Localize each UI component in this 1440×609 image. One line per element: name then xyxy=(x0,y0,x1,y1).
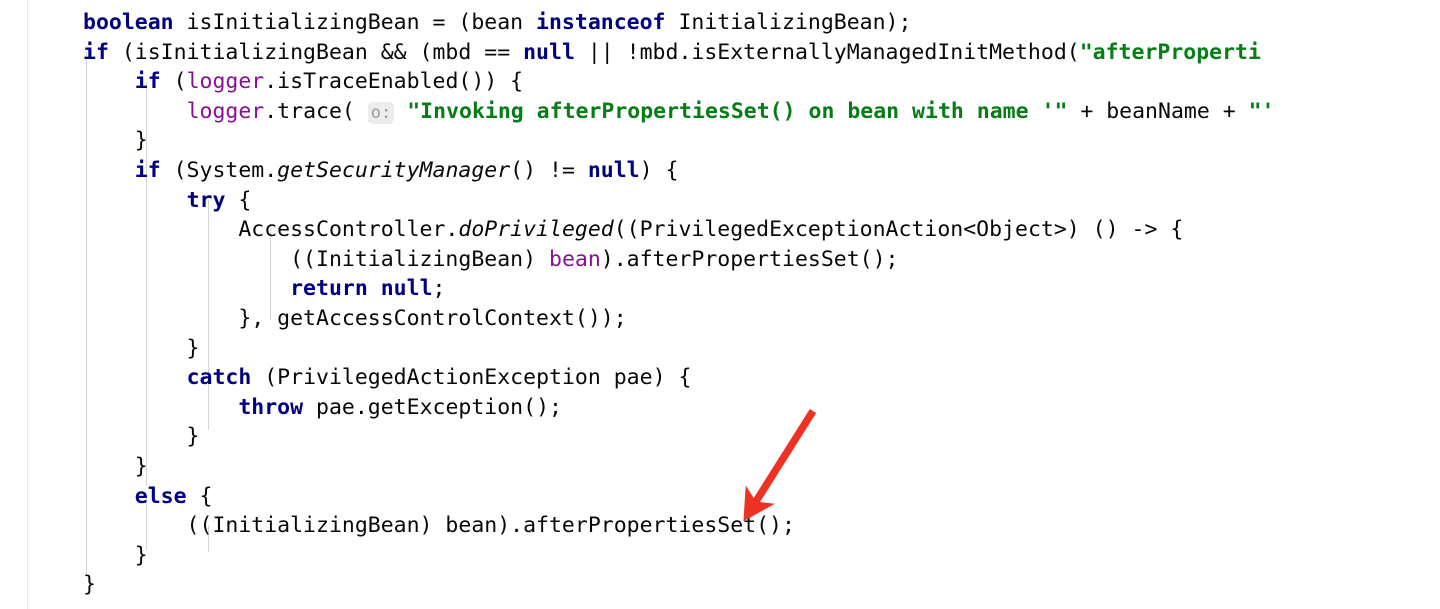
code-token: logger xyxy=(186,98,265,124)
code-line[interactable]: catch (PrivilegedActionException pae) { xyxy=(83,363,692,393)
code-token: + beanName + xyxy=(1067,98,1249,124)
code-line[interactable]: } xyxy=(83,334,200,364)
code-line[interactable]: else { xyxy=(83,482,213,512)
code-token: InitializingBean); xyxy=(665,10,912,35)
code-token: } xyxy=(83,424,200,450)
code-line[interactable]: if (System.getSecurityManager() != null)… xyxy=(83,156,679,186)
code-token: null xyxy=(523,39,575,65)
code-token: { xyxy=(186,483,213,509)
code-token: getSecurityManager xyxy=(277,158,511,183)
code-token: } xyxy=(83,335,200,361)
code-token: doPrivileged xyxy=(458,217,614,243)
code-token: catch xyxy=(186,365,252,391)
code-token: instanceof xyxy=(536,10,666,35)
code-token: logger xyxy=(186,69,265,95)
code-line[interactable]: } xyxy=(83,422,200,452)
code-line[interactable]: }, getAccessControlContext()); xyxy=(83,304,627,334)
code-token: { xyxy=(225,187,252,213)
code-line[interactable]: ((InitializingBean) bean).afterPropertie… xyxy=(83,511,795,541)
code-token: null xyxy=(587,158,640,183)
code-token: ((InitializingBean) xyxy=(83,246,549,272)
code-token: ).afterPropertiesSet(); xyxy=(600,246,899,272)
code-line[interactable]: boolean isInitializingBean = (bean insta… xyxy=(83,8,911,38)
code-token: (System. xyxy=(160,158,278,183)
code-token: } xyxy=(83,128,148,154)
code-token: null xyxy=(380,276,433,302)
code-line[interactable]: if (isInitializingBean && (mbd == null |… xyxy=(83,38,1261,68)
code-token: return xyxy=(290,276,368,302)
code-token: (isInitializingBean && (mbd == xyxy=(108,39,524,65)
code-line[interactable]: } xyxy=(83,452,148,482)
code-token: ((InitializingBean) bean).afterPropertie… xyxy=(83,513,795,539)
code-token: "afterProperti xyxy=(1079,39,1261,65)
code-line[interactable]: } xyxy=(83,570,96,600)
code-line[interactable]: throw pae.getException(); xyxy=(83,393,562,423)
code-token: "' xyxy=(1248,98,1275,124)
code-line[interactable]: return null; xyxy=(83,274,445,304)
code-token: || !mbd.isExternallyManagedInitMethod( xyxy=(574,39,1080,65)
code-token: .isTraceEnabled()) { xyxy=(264,69,524,95)
code-token: if xyxy=(134,69,161,95)
code-token: ( xyxy=(160,69,187,95)
code-token: pae.getException(); xyxy=(303,394,562,420)
code-token: () != xyxy=(510,158,588,183)
code-token: }, getAccessControlContext()); xyxy=(83,306,627,331)
code-token: } xyxy=(83,572,96,598)
code-token: ; xyxy=(432,276,446,302)
parameter-hint-badge: o: xyxy=(367,101,395,124)
code-token: if xyxy=(83,39,109,65)
code-line[interactable]: ((InitializingBean) bean).afterPropertie… xyxy=(83,245,899,275)
code-token: isInitializingBean = (bean xyxy=(173,10,537,35)
code-token: } xyxy=(83,454,148,479)
code-token: .trace( xyxy=(264,98,355,124)
code-line[interactable]: try { xyxy=(83,186,252,216)
code-line[interactable]: if (logger.isTraceEnabled()) { xyxy=(83,67,523,97)
code-token: try xyxy=(186,187,226,213)
code-line[interactable]: AccessController.doPrivileged((Privilege… xyxy=(83,215,1183,245)
code-text-area[interactable]: boolean isInitializingBean = (bean insta… xyxy=(0,0,1440,609)
code-line[interactable]: } xyxy=(83,541,148,571)
code-token: } xyxy=(83,542,148,568)
code-token: (PrivilegedActionException pae) { xyxy=(251,365,692,391)
code-token: else xyxy=(134,483,187,509)
code-line[interactable]: } xyxy=(83,126,148,156)
code-token: ) { xyxy=(639,158,679,183)
code-token: ((PrivilegedExceptionAction<Object>) () … xyxy=(613,217,1184,243)
code-token: "Invoking afterPropertiesSet() on bean w… xyxy=(407,98,1068,124)
code-token: AccessController. xyxy=(83,217,459,243)
code-editor-screenshot: boolean isInitializingBean = (bean insta… xyxy=(0,0,1440,609)
code-token: throw xyxy=(238,394,304,420)
code-line[interactable]: logger.trace( o: "Invoking afterProperti… xyxy=(83,97,1275,127)
code-token: boolean xyxy=(83,10,174,35)
code-token: if xyxy=(134,158,161,183)
code-token: bean xyxy=(549,246,601,272)
